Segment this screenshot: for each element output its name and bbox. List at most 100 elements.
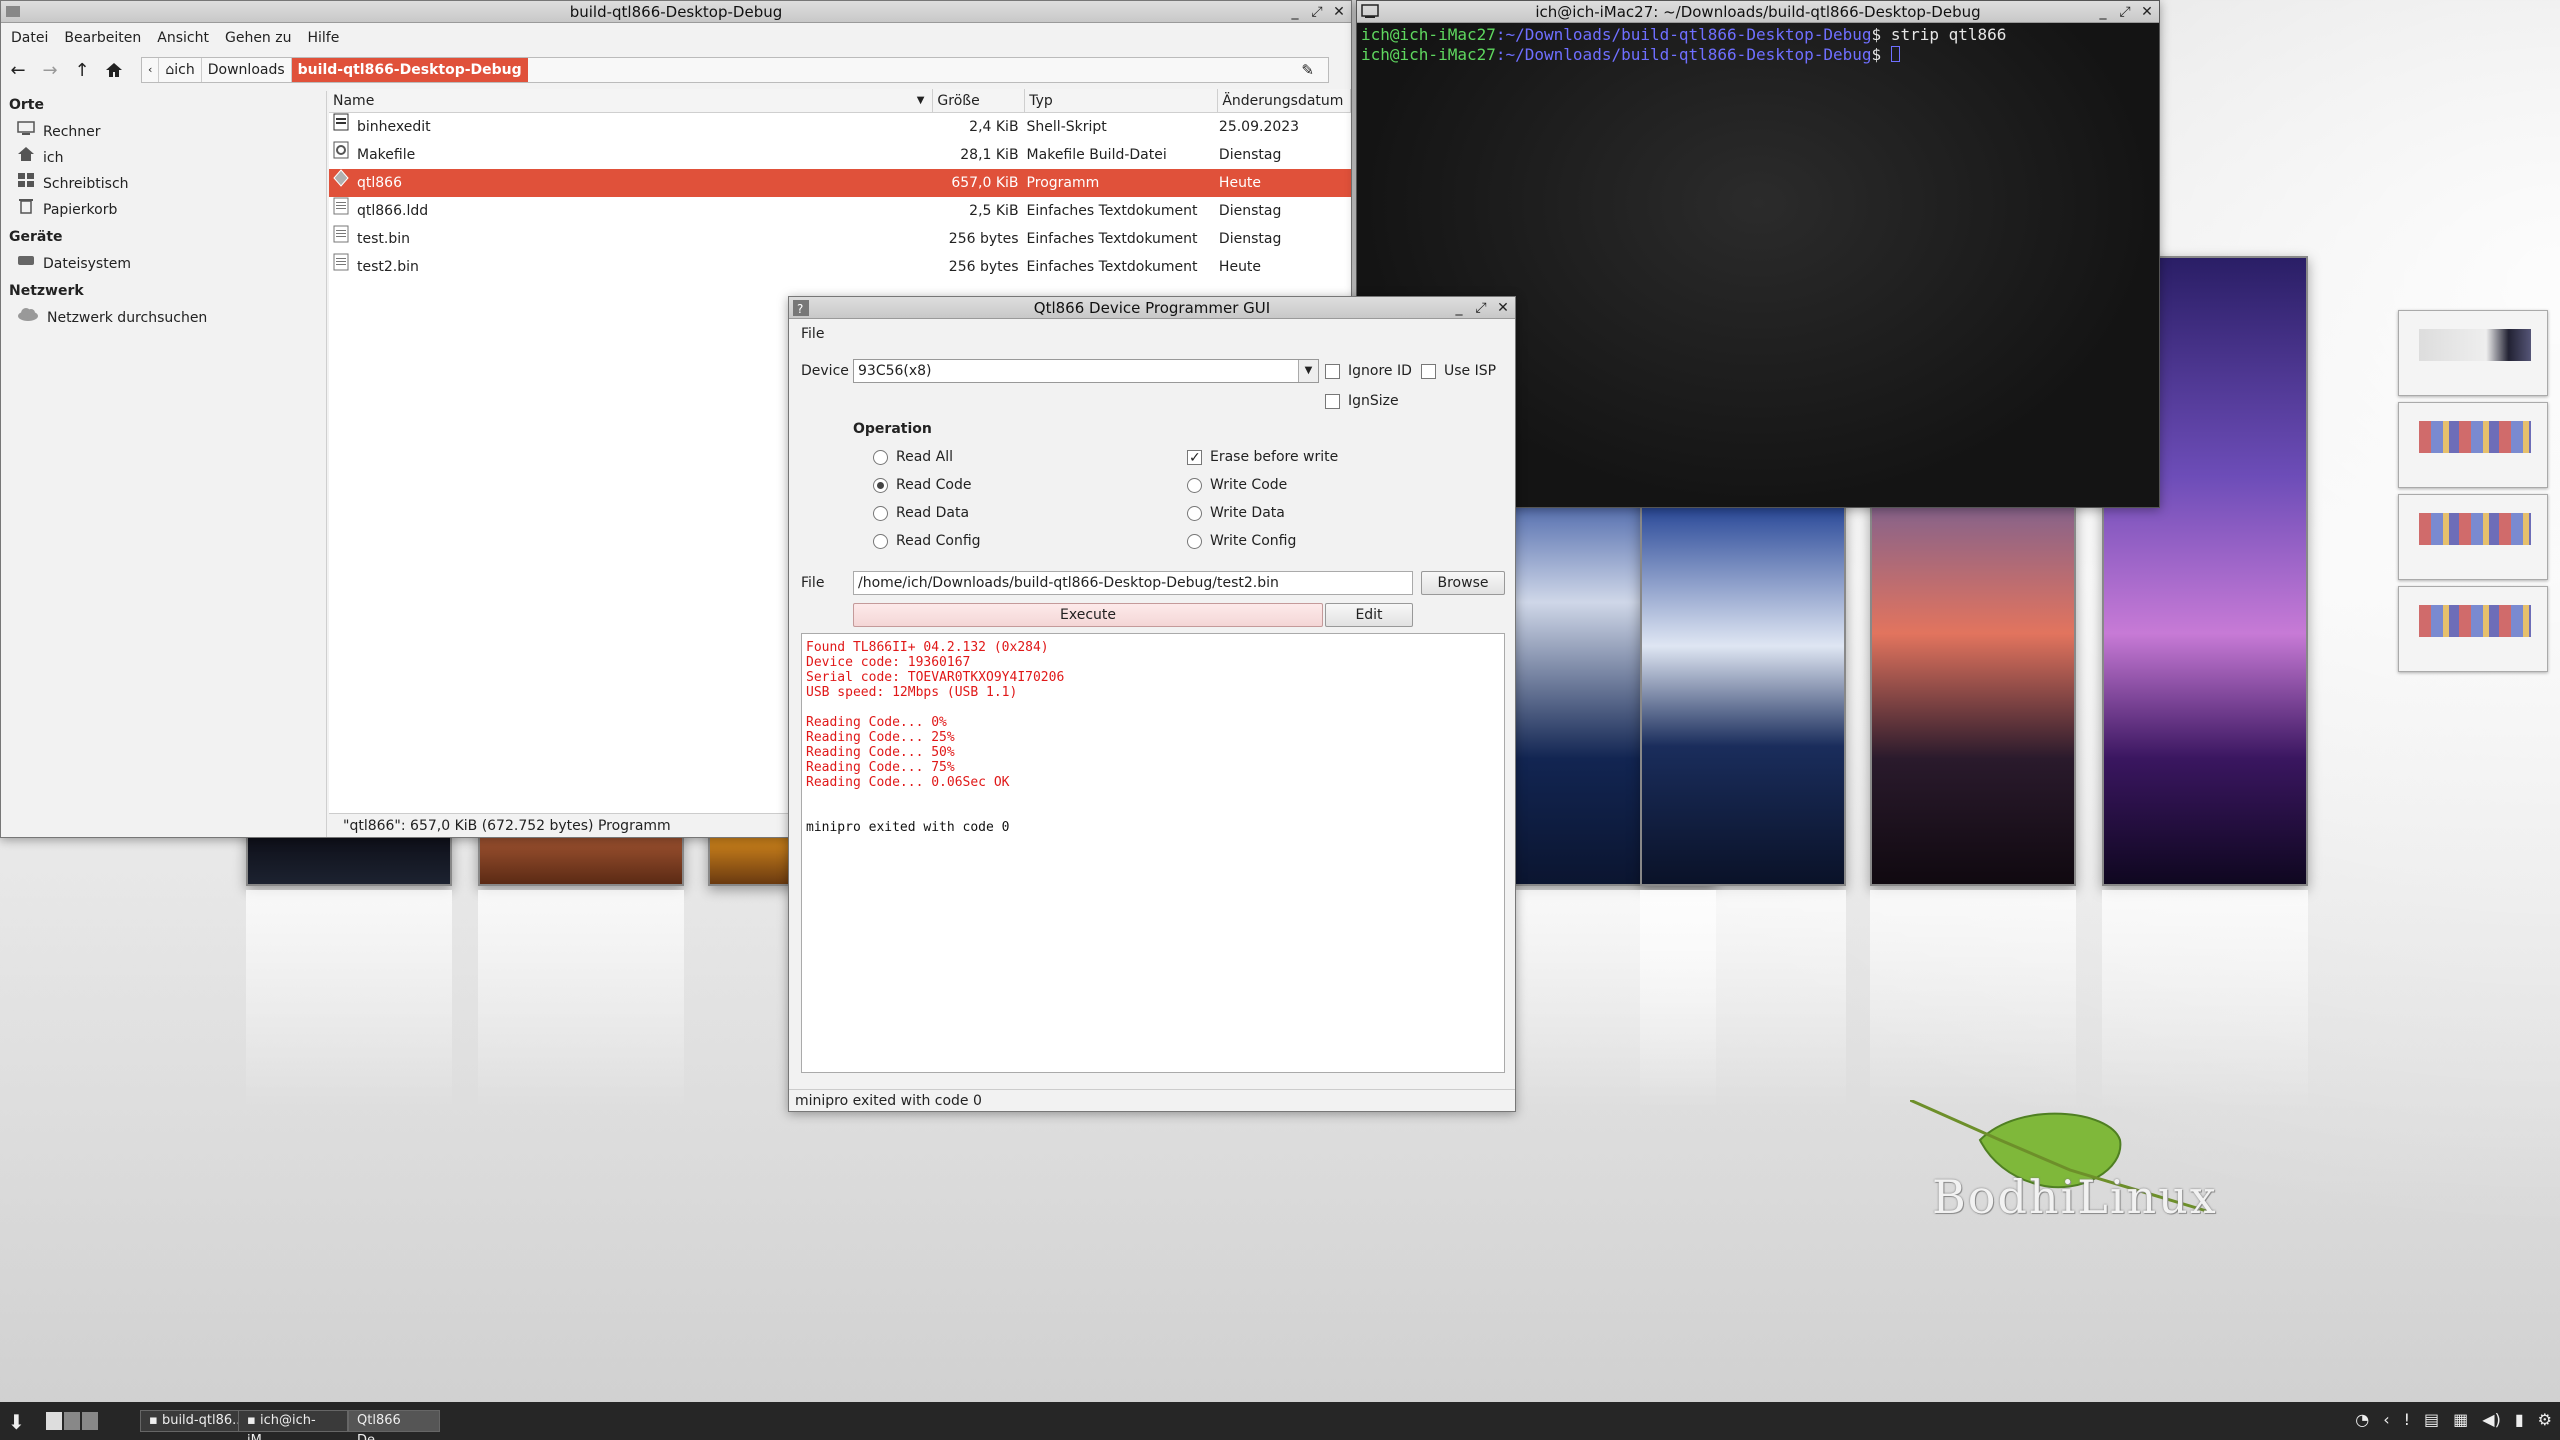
log-line: Reading Code... 0% xyxy=(806,715,947,730)
pencil-icon[interactable]: ✎ xyxy=(1301,61,1314,79)
sidebar-item-trash[interactable]: Papierkorb xyxy=(1,197,326,223)
navigation-toolbar: ← → ↑ ‹ ⌂ich Downloads build-qtl866-Desk… xyxy=(1,53,1351,87)
close-icon[interactable]: ✕ xyxy=(2139,1,2155,23)
sidebar-item-filesystem[interactable]: Dateisystem xyxy=(1,251,326,277)
keyboard-icon[interactable]: ▦ xyxy=(2453,1410,2468,1429)
chevron-left-icon[interactable]: ‹ xyxy=(2383,1410,2389,1429)
radio-read-code[interactable]: Read Code xyxy=(873,475,971,495)
erase-before-write-checkbox[interactable]: Erase before write xyxy=(1187,447,1338,468)
svg-text:?: ? xyxy=(797,302,803,316)
breadcrumb-left-icon[interactable]: ‹ xyxy=(142,58,160,82)
minimize-icon[interactable]: _ xyxy=(1451,297,1467,319)
menu-item[interactable]: Gehen zu xyxy=(217,25,300,51)
minimize-icon[interactable]: _ xyxy=(1287,1,1303,23)
close-icon[interactable]: ✕ xyxy=(1495,297,1511,319)
file-row[interactable]: binhexedit 2,4 KiB Shell-Skript 25.09.20… xyxy=(329,113,1351,141)
taskbar: ⬇ ▪ build-qtl86... ▪ ich@ich-iM... Qtl86… xyxy=(0,1402,2560,1440)
maximize-icon[interactable]: ⤢ xyxy=(1473,297,1489,319)
taskbar-item-active[interactable]: Qtl866 De... xyxy=(348,1410,440,1440)
ignore-id-checkbox[interactable]: Ignore ID xyxy=(1325,361,1412,381)
app-icon xyxy=(5,3,21,25)
radio-write-data[interactable]: Write Data xyxy=(1187,503,1285,523)
menu-arrow-down-icon[interactable]: ⬇ xyxy=(8,1410,25,1434)
sidebar-item-desktop[interactable]: Schreibtisch xyxy=(1,171,326,197)
alert-icon[interactable]: ! xyxy=(2404,1410,2410,1429)
ignsize-checkbox[interactable]: IgnSize xyxy=(1325,391,1399,411)
browse-button[interactable]: Browse xyxy=(1421,571,1505,595)
device-select[interactable]: 93C56(x8) ▼ xyxy=(853,359,1319,383)
log-line: Reading Code... 75% xyxy=(806,760,955,775)
terminal-icon: ▪ xyxy=(247,1413,256,1428)
workspace-thumb[interactable] xyxy=(2398,586,2548,672)
file-row[interactable]: test2.bin 256 bytes Einfaches Textdokume… xyxy=(329,253,1351,281)
use-isp-checkbox[interactable]: Use ISP xyxy=(1421,361,1496,381)
edit-button[interactable]: Edit xyxy=(1325,603,1413,627)
radio-read-config[interactable]: Read Config xyxy=(873,531,981,551)
column-header-type[interactable]: Typ xyxy=(1025,89,1219,112)
sidebar-item-network[interactable]: Netzwerk durchsuchen xyxy=(1,305,326,331)
minimize-icon[interactable]: _ xyxy=(2095,1,2111,23)
file-path-input[interactable]: /home/ich/Downloads/build-qtl866-Desktop… xyxy=(853,571,1413,595)
workspace-pager[interactable] xyxy=(2398,310,2548,678)
file-row[interactable]: test.bin 256 bytes Einfaches Textdokumen… xyxy=(329,225,1351,253)
wallpaper-reflection xyxy=(478,890,684,1110)
forward-arrow-icon[interactable]: → xyxy=(39,59,61,81)
workspace-thumb[interactable] xyxy=(2398,310,2548,396)
file-row-selected[interactable]: qtl866 657,0 KiB Programm Heute xyxy=(329,169,1351,197)
terminal-line: ich@ich-iMac27:~/Downloads/build-qtl866-… xyxy=(1361,45,2006,65)
file-row[interactable]: qtl866.ldd 2,5 KiB Einfaches Textdokumen… xyxy=(329,197,1351,225)
makefile-icon xyxy=(333,141,349,169)
radio-read-all[interactable]: Read All xyxy=(873,447,953,467)
output-log[interactable]: Found TL866II+ 04.2.132 (0x284) Device c… xyxy=(801,633,1505,1073)
volume-icon[interactable]: ◀) xyxy=(2482,1410,2501,1429)
radio-write-code[interactable]: Write Code xyxy=(1187,475,1287,495)
log-spacer xyxy=(806,790,1500,820)
file-row[interactable]: Makefile 28,1 KiB Makefile Build-Datei D… xyxy=(329,141,1351,169)
terminal-output[interactable]: ich@ich-iMac27:~/Downloads/build-qtl866-… xyxy=(1361,25,2006,65)
close-icon[interactable]: ✕ xyxy=(1331,1,1347,23)
chevron-down-icon[interactable]: ▼ xyxy=(1298,360,1318,382)
column-header-size[interactable]: Größe xyxy=(933,89,1026,112)
menu-item[interactable]: Bearbeiten xyxy=(56,25,149,51)
home-icon xyxy=(17,145,35,171)
breadcrumb-item-current[interactable]: build-qtl866-Desktop-Debug xyxy=(291,58,528,82)
maximize-icon[interactable]: ⤢ xyxy=(2117,1,2133,23)
qtl866-window[interactable]: ? Qtl866 Device Programmer GUI _ ⤢ ✕ Fil… xyxy=(788,296,1516,1112)
file-list-header: Name ▼ Größe Typ Änderungsdatum xyxy=(329,89,1351,113)
menu-item[interactable]: Datei xyxy=(3,25,56,51)
taskbar-item[interactable]: ▪ ich@ich-iM... xyxy=(238,1410,348,1440)
battery-icon[interactable]: ▮ xyxy=(2515,1410,2524,1429)
log-line: Reading Code... 50% xyxy=(806,745,955,760)
window-title: ich@ich-iMac27: ~/Downloads/build-qtl866… xyxy=(1535,3,1981,21)
column-header-name[interactable]: Name ▼ xyxy=(329,89,934,112)
menu-file[interactable]: File xyxy=(801,323,824,345)
terminal-titlebar[interactable]: ich@ich-iMac27: ~/Downloads/build-qtl866… xyxy=(1357,1,2159,23)
home-icon[interactable] xyxy=(103,59,125,81)
menu-item[interactable]: Hilfe xyxy=(299,25,347,51)
gear-icon[interactable]: ⚙ xyxy=(2538,1410,2552,1429)
workspace-thumb[interactable] xyxy=(2398,494,2548,580)
maximize-icon[interactable]: ⤢ xyxy=(1309,1,1325,23)
menu-item[interactable]: Ansicht xyxy=(149,25,217,51)
execute-button[interactable]: Execute xyxy=(853,603,1323,627)
pager-mini-icon[interactable] xyxy=(46,1412,102,1434)
sidebar-item-computer[interactable]: Rechner xyxy=(1,119,326,145)
file-label: File xyxy=(801,575,825,591)
column-header-date[interactable]: Änderungsdatum xyxy=(1218,89,1351,112)
radio-write-config[interactable]: Write Config xyxy=(1187,531,1296,551)
back-arrow-icon[interactable]: ← xyxy=(7,59,29,81)
file-manager-titlebar[interactable]: build-qtl866-Desktop-Debug _ ⤢ ✕ xyxy=(1,1,1351,23)
sidebar-heading-places: Orte xyxy=(9,97,44,113)
wifi-icon[interactable]: ◔ xyxy=(2355,1410,2369,1429)
workspace-thumb[interactable] xyxy=(2398,402,2548,488)
wallpaper-reflection xyxy=(246,890,452,1110)
drive-icon xyxy=(17,251,35,277)
clipboard-icon[interactable]: ▤ xyxy=(2424,1410,2439,1429)
breadcrumb-item-home[interactable]: ⌂ich xyxy=(159,58,202,82)
breadcrumb-item-downloads[interactable]: Downloads xyxy=(202,58,292,82)
radio-read-data[interactable]: Read Data xyxy=(873,503,969,523)
log-line: Reading Code... 0.06Sec OK xyxy=(806,775,1010,790)
up-arrow-icon[interactable]: ↑ xyxy=(71,59,93,81)
qtl866-titlebar[interactable]: ? Qtl866 Device Programmer GUI _ ⤢ ✕ xyxy=(789,297,1515,319)
sidebar-item-home[interactable]: ich xyxy=(1,145,326,171)
